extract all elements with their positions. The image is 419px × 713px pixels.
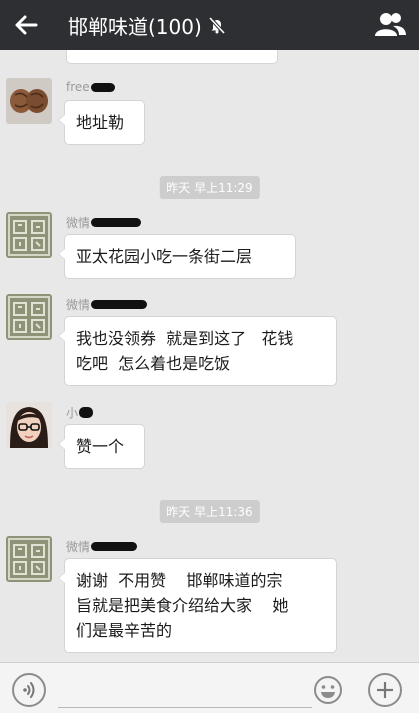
arrow-left-icon[interactable] — [10, 9, 42, 41]
message-bubble[interactable]: 亚太花园小吃一条街二层 — [58, 234, 296, 279]
message-bubble[interactable]: 谢谢 不用赞 邯郸味道的宗 旨就是把美食介绍给大家 她 们是最辛苦的 — [58, 558, 337, 653]
time-divider: 昨天 早上11:29 — [159, 176, 260, 199]
avatar[interactable] — [6, 402, 52, 448]
seal-stamp-avatar — [6, 536, 52, 582]
sender-name: 小 — [66, 404, 94, 421]
redaction-mark — [90, 82, 115, 92]
sender-name-text: 微情 — [66, 216, 91, 230]
sender-name-text: 微情 — [66, 298, 91, 312]
redaction-mark — [91, 300, 148, 309]
seal-stamp-avatar — [6, 212, 52, 258]
chat-title: 邯郸味道(100) — [68, 14, 202, 39]
message-bubble[interactable]: 赞一个 — [58, 424, 145, 469]
plus-icon — [377, 682, 393, 698]
time-divider: 昨天 早上11:36 — [159, 500, 260, 523]
avatar[interactable] — [6, 294, 52, 340]
avatar[interactable] — [6, 78, 52, 124]
input-bar — [0, 662, 419, 713]
sender-name: 微情 — [66, 538, 138, 555]
more-options-button[interactable] — [368, 673, 402, 707]
message-bubble[interactable]: 地址勒 — [58, 100, 145, 145]
message-list[interactable]: free 地址勒 昨天 早上11:29 微情 亚太花园小吃一条街二层 微情 我也… — [0, 50, 419, 662]
seal-stamp-avatar — [6, 294, 52, 340]
sender-name: free — [66, 80, 115, 94]
walnut-photo — [6, 78, 52, 124]
avatar[interactable] — [6, 536, 52, 582]
sender-name: 微情 — [66, 296, 148, 313]
redaction-mark — [79, 407, 94, 418]
emoji-icon[interactable] — [312, 674, 344, 706]
group-members-icon[interactable] — [373, 10, 407, 40]
previous-message-bubble[interactable] — [66, 50, 278, 64]
voice-button[interactable] — [12, 673, 46, 707]
message-bubble[interactable]: 我也没领券 就是到这了 花钱 吃吧 怎么着也是吃饭 — [58, 316, 337, 386]
girl-with-glasses-avatar — [6, 402, 52, 448]
bell-muted-icon — [208, 16, 226, 34]
voice-icon — [23, 682, 35, 698]
chat-header: 邯郸味道(100) — [0, 0, 419, 50]
redaction-mark — [91, 542, 138, 551]
avatar[interactable] — [6, 212, 52, 258]
sender-name-text: free — [66, 80, 90, 94]
sender-name: 微情 — [66, 214, 142, 231]
title-area[interactable]: 邯郸味道(100) — [68, 10, 226, 40]
message-input[interactable] — [58, 675, 312, 708]
sender-name-text: 微情 — [66, 540, 91, 554]
sender-name-text: 小 — [66, 406, 79, 420]
redaction-mark — [91, 218, 142, 227]
